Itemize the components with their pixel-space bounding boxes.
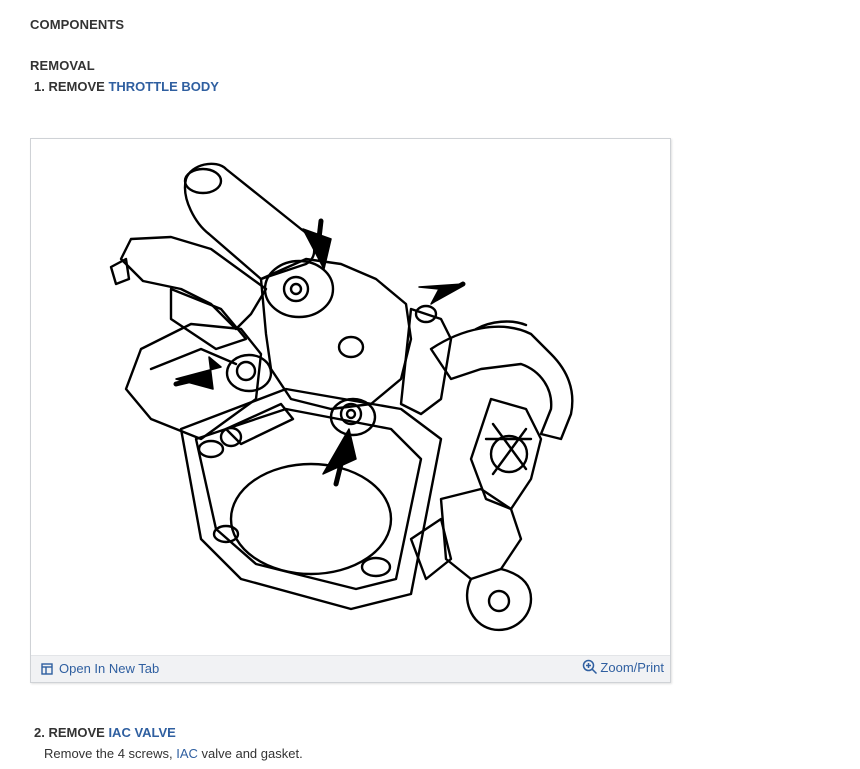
hose-opening	[183, 167, 223, 195]
step-1: 1. REMOVE THROTTLE BODY	[34, 79, 219, 94]
zoom-print-label: Zoom/Print	[600, 659, 664, 675]
figure-panel: Open In New Tab Zoom/Print	[30, 138, 671, 683]
air-pipe	[429, 325, 574, 441]
step-1-prefix: REMOVE	[48, 79, 105, 94]
open-in-new-tab-label: Open In New Tab	[59, 661, 160, 676]
left-screw-boss	[225, 353, 273, 393]
step-2-number: 2.	[34, 725, 45, 740]
figure-toolbar: Open In New Tab Zoom/Print	[31, 655, 670, 682]
open-in-new-tab-button[interactable]: Open In New Tab	[41, 661, 159, 676]
subsection-title: REMOVAL	[30, 58, 95, 73]
step-2-description: Remove the 4 screws, IAC valve and gaske…	[44, 746, 303, 761]
linkage-gear	[469, 397, 543, 511]
bore	[229, 462, 393, 576]
upper-bolt-boss	[263, 259, 335, 319]
iac-valve-diagram	[109, 162, 574, 632]
actuator	[439, 487, 523, 581]
throttle-body-link[interactable]: THROTTLE BODY	[108, 79, 219, 94]
upper-screw	[282, 275, 310, 303]
section-title: COMPONENTS	[30, 17, 125, 32]
left-screw	[235, 360, 257, 382]
step-2-desc-before: Remove the 4 screws,	[44, 746, 177, 761]
valve-body	[259, 257, 413, 411]
connector-block	[119, 235, 268, 331]
zoom-in-icon	[582, 659, 598, 675]
step-2-prefix: REMOVE	[48, 725, 105, 740]
open-in-new-tab-icon	[41, 662, 53, 675]
step-1-number: 1.	[34, 79, 45, 94]
throttle-flange	[179, 387, 443, 611]
iac-valve-link[interactable]: IAC VALVE	[108, 725, 175, 740]
zoom-print-button[interactable]: Zoom/Print	[582, 659, 664, 675]
step-2-desc-after: valve and gasket.	[197, 746, 303, 761]
iac-link[interactable]: IAC	[176, 746, 198, 761]
step-2: 2. REMOVE IAC VALVE	[34, 725, 176, 740]
